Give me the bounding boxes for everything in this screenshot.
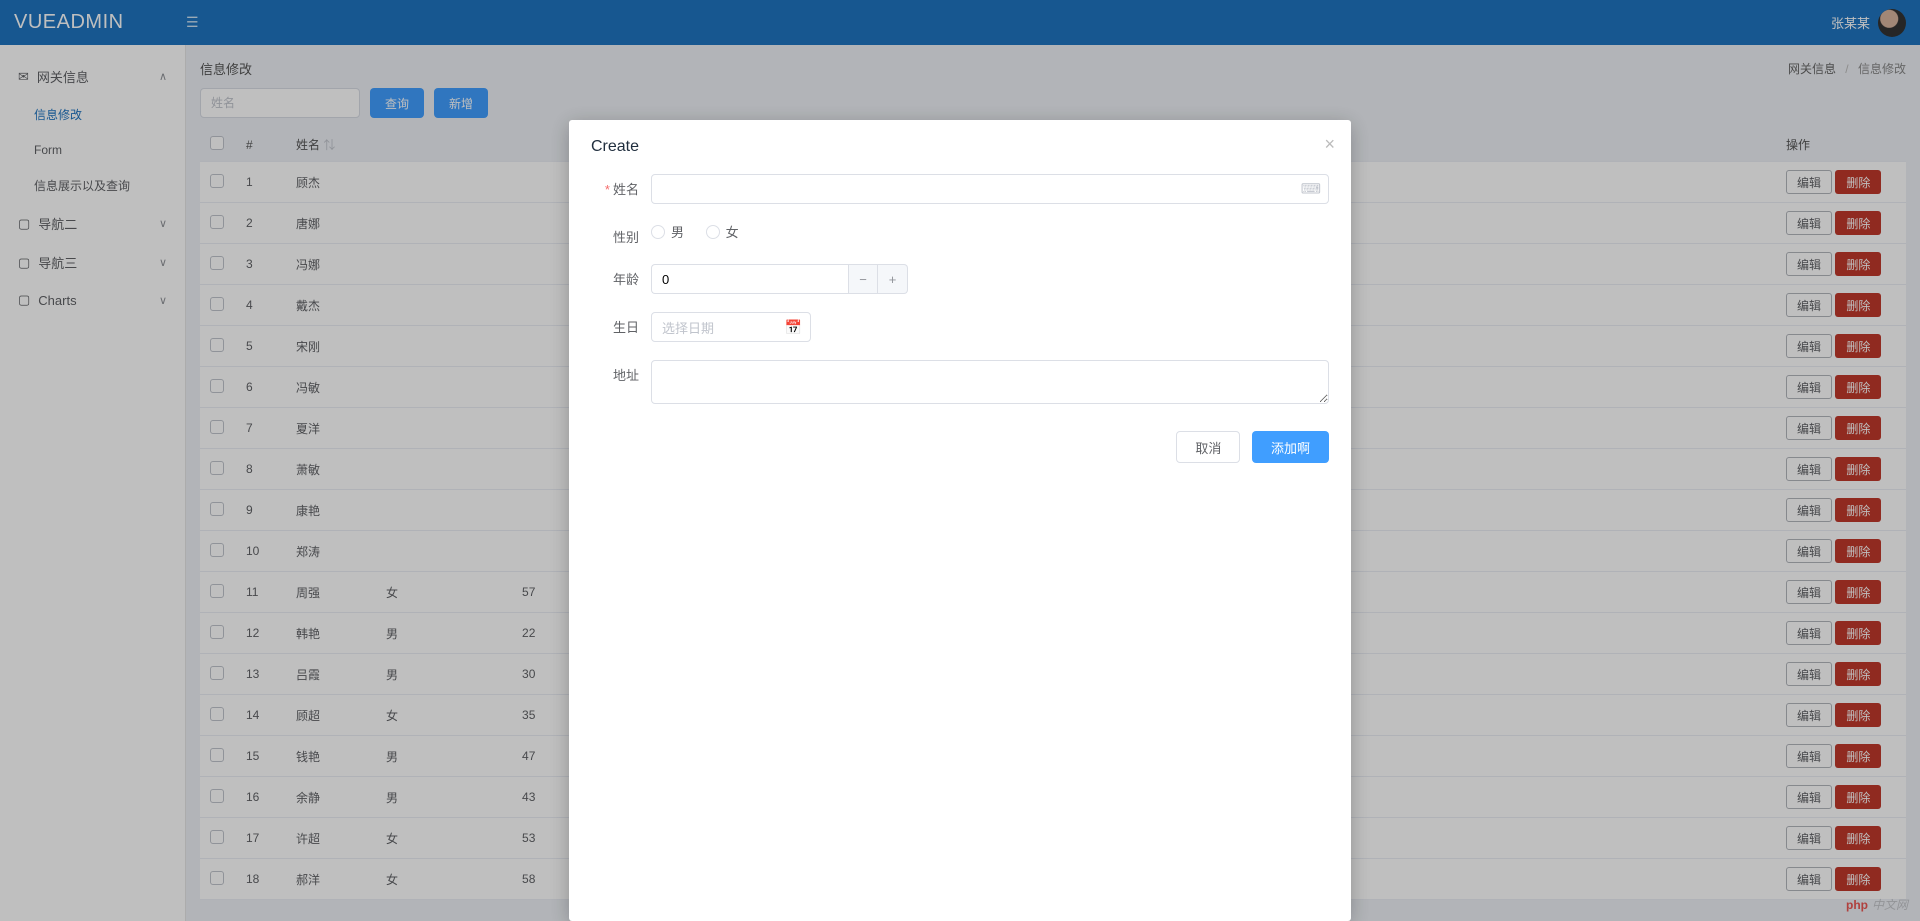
dialog-title: Create [591, 138, 1329, 156]
cancel-button[interactable]: 取消 [1176, 431, 1240, 463]
plus-icon[interactable]: + [878, 264, 908, 294]
submit-button[interactable]: 添加啊 [1252, 431, 1329, 463]
form-label-birth: 生日 [591, 312, 651, 336]
date-placeholder: 选择日期 [662, 318, 714, 337]
birth-date-picker[interactable]: 选择日期 📅 [651, 312, 811, 342]
address-textarea[interactable] [651, 360, 1329, 404]
radio-male[interactable]: 男 [651, 222, 684, 241]
form-label-name: *姓名 [591, 174, 651, 198]
age-input[interactable] [651, 264, 848, 294]
age-stepper[interactable]: − + [651, 264, 799, 294]
modal-overlay[interactable]: Create × *姓名 ⌨ 性别 男 女 年龄 [0, 0, 1920, 921]
close-icon[interactable]: × [1324, 134, 1335, 155]
form-label-addr: 地址 [591, 360, 651, 384]
form-label-age: 年龄 [591, 264, 651, 288]
name-input[interactable] [651, 174, 1329, 204]
calendar-icon: 📅 [785, 319, 802, 336]
form-label-sex: 性别 [591, 222, 651, 246]
radio-female[interactable]: 女 [706, 222, 739, 241]
create-dialog: Create × *姓名 ⌨ 性别 男 女 年龄 [569, 120, 1351, 921]
minus-icon[interactable]: − [848, 264, 878, 294]
keyboard-icon: ⌨ [1301, 181, 1321, 198]
